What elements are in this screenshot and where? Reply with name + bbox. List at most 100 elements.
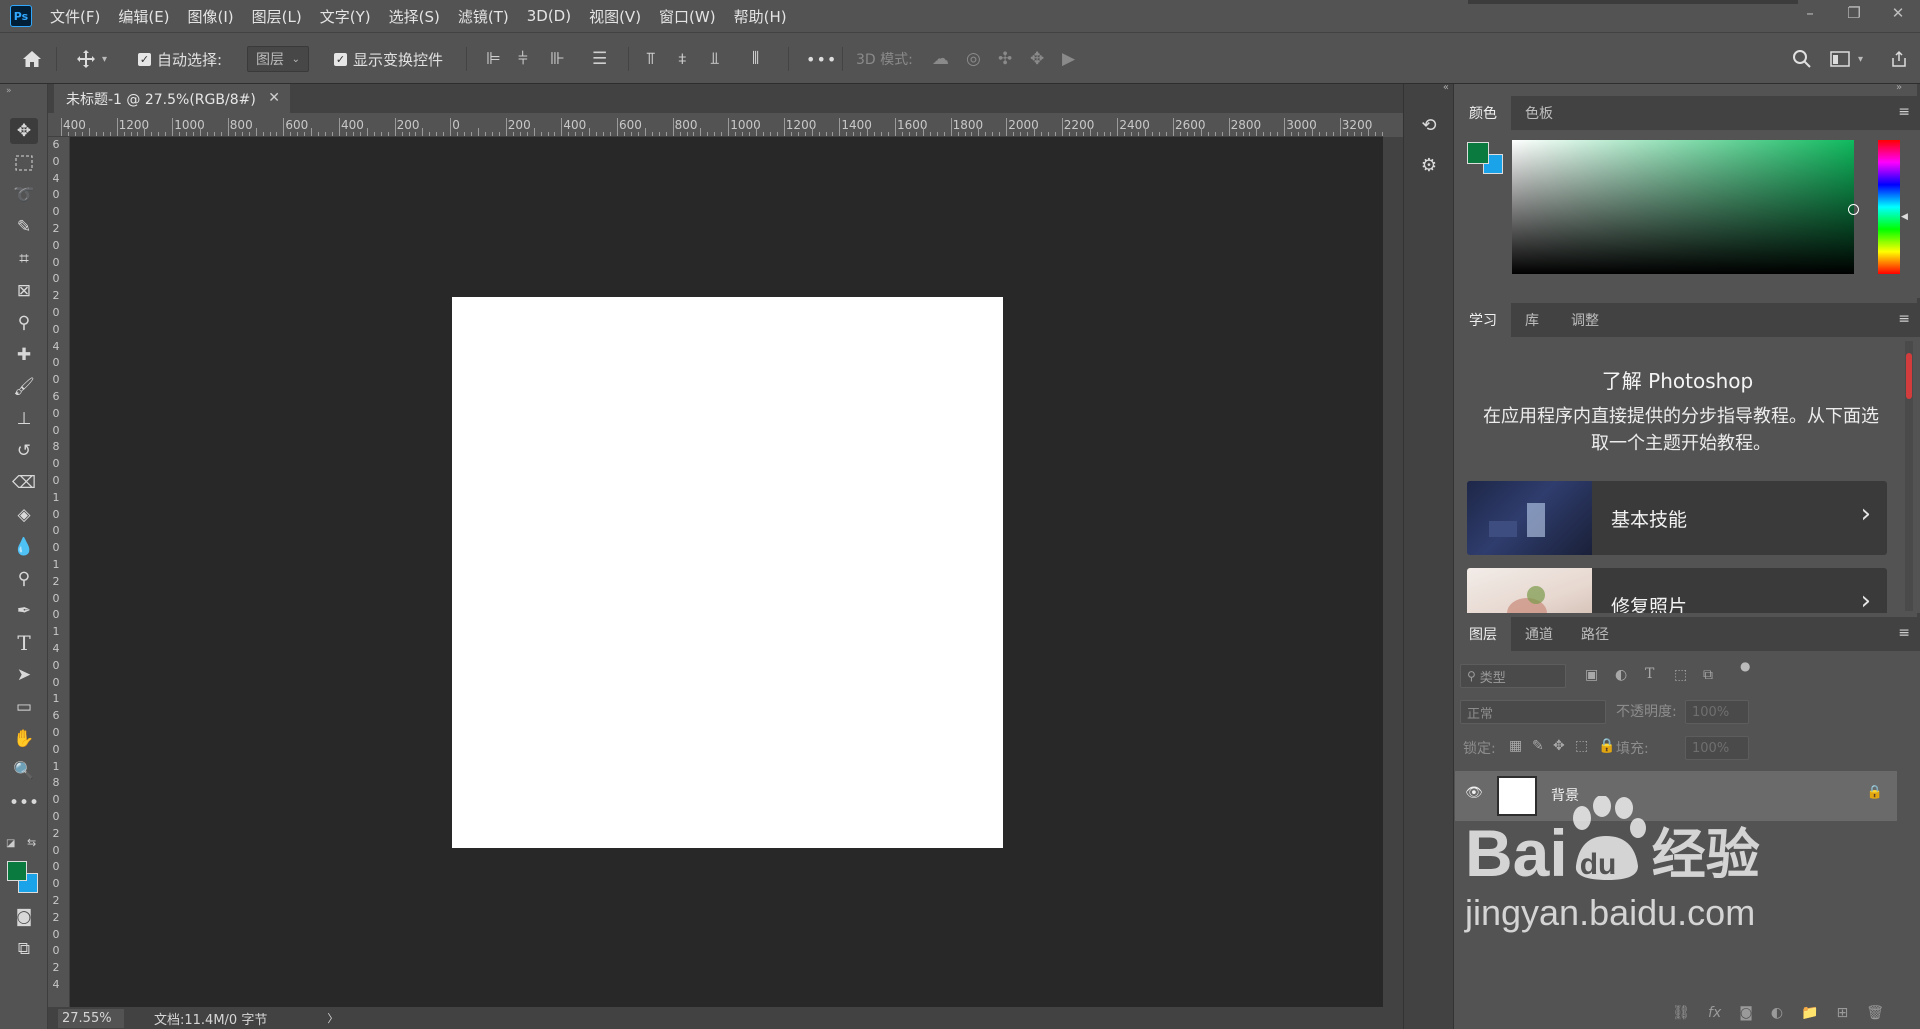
3d-orbit-icon[interactable]: ☁ bbox=[932, 46, 949, 72]
tab-color[interactable]: 颜色 bbox=[1455, 96, 1511, 130]
tab-layers[interactable]: 图层 bbox=[1455, 617, 1511, 651]
eraser-tool-icon[interactable]: ⌫ bbox=[10, 470, 38, 496]
rectangle-tool-icon[interactable]: ▭ bbox=[10, 694, 38, 720]
blur-tool-icon[interactable]: 💧 bbox=[10, 534, 38, 560]
lock-image-icon[interactable]: ✎ bbox=[1532, 738, 1544, 754]
more-options-button[interactable]: ••• bbox=[806, 46, 837, 72]
3d-roll-icon[interactable]: ◎ bbox=[966, 46, 981, 72]
chevron-down-icon[interactable]: ▾ bbox=[1858, 54, 1863, 65]
screen-mode-icon[interactable]: ⧉ bbox=[10, 936, 38, 962]
collapse-panels-icon[interactable]: » bbox=[1896, 82, 1902, 93]
lock-position-icon[interactable]: ✥ bbox=[1553, 738, 1565, 754]
lock-all-icon[interactable]: 🔒 bbox=[1598, 738, 1615, 754]
menu-window[interactable]: 窗口(W) bbox=[659, 6, 716, 27]
search-icon[interactable] bbox=[1792, 46, 1812, 72]
filter-adjustment-icon[interactable]: ◐ bbox=[1615, 667, 1627, 683]
hue-slider[interactable] bbox=[1878, 140, 1900, 274]
foreground-color-swatch[interactable] bbox=[7, 861, 27, 881]
layer-row[interactable]: 👁 背景 🔒 bbox=[1455, 771, 1897, 821]
properties-panel-icon[interactable]: ⚙ bbox=[1416, 152, 1442, 178]
edit-toolbar-icon[interactable]: ••• bbox=[9, 790, 39, 816]
3d-camera-icon[interactable]: ▶ bbox=[1062, 46, 1075, 72]
restore-button[interactable]: ❐ bbox=[1832, 0, 1876, 26]
align-hcenter-icon[interactable]: ⫩ bbox=[518, 46, 528, 72]
zoom-level[interactable]: 27.55% bbox=[58, 1008, 124, 1028]
menu-layer[interactable]: 图层(L) bbox=[252, 6, 302, 27]
close-tab-icon[interactable]: ✕ bbox=[268, 90, 280, 106]
3d-pan-icon[interactable]: ✣ bbox=[998, 46, 1012, 72]
tab-paths[interactable]: 路径 bbox=[1567, 617, 1623, 651]
panel-menu-icon[interactable]: ≡ bbox=[1898, 104, 1910, 120]
tab-learn[interactable]: 学习 bbox=[1455, 303, 1511, 337]
adjustment-layer-icon[interactable]: ◐ bbox=[1771, 1005, 1783, 1021]
panel-menu-icon[interactable]: ≡ bbox=[1898, 625, 1910, 641]
marquee-tool-icon[interactable] bbox=[10, 150, 38, 176]
menu-view[interactable]: 视图(V) bbox=[589, 6, 641, 27]
paint-bucket-tool-icon[interactable]: ◈ bbox=[10, 502, 38, 528]
quick-mask-icon[interactable]: ◙ bbox=[10, 904, 38, 930]
eye-icon[interactable]: 👁 bbox=[1465, 785, 1483, 801]
layer-name[interactable]: 背景 bbox=[1551, 785, 1579, 805]
lasso-tool-icon[interactable]: ➰ bbox=[10, 182, 38, 208]
blend-mode-dropdown[interactable]: 正常 bbox=[1460, 700, 1606, 724]
default-colors-icon[interactable]: ◪ bbox=[6, 838, 15, 849]
document-canvas[interactable] bbox=[452, 297, 1003, 848]
distribute-horizontal-icon[interactable]: ⫴ bbox=[752, 46, 759, 72]
document-tab[interactable]: 未标题-1 @ 27.5%(RGB/8#) ✕ bbox=[54, 84, 290, 113]
filter-smart-object-icon[interactable]: ⧉ bbox=[1703, 667, 1713, 683]
minimize-button[interactable]: – bbox=[1788, 0, 1832, 26]
swap-colors-icon[interactable]: ⇆ bbox=[27, 836, 36, 849]
quick-selection-tool-icon[interactable]: ✎ bbox=[10, 214, 38, 240]
dodge-tool-icon[interactable]: ⚲ bbox=[10, 566, 38, 592]
learn-scroll-thumb[interactable] bbox=[1906, 353, 1912, 399]
tab-libraries[interactable]: 库 bbox=[1511, 303, 1553, 337]
tab-adjustments[interactable]: 调整 bbox=[1557, 303, 1613, 337]
tab-channels[interactable]: 通道 bbox=[1511, 617, 1567, 651]
clone-stamp-tool-icon[interactable]: ⊥ bbox=[10, 406, 38, 432]
frame-tool-icon[interactable]: ⊠ bbox=[10, 278, 38, 304]
new-layer-icon[interactable]: ⊞ bbox=[1836, 1005, 1848, 1021]
eyedropper-tool-icon[interactable]: ⚲ bbox=[10, 310, 38, 336]
opacity-input[interactable]: 100% bbox=[1685, 700, 1749, 724]
zoom-tool-icon[interactable]: 🔍 bbox=[10, 758, 38, 784]
learn-card-fix-photo[interactable]: 修复照片 › bbox=[1467, 568, 1887, 613]
menu-type[interactable]: 文字(Y) bbox=[320, 6, 371, 27]
align-left-icon[interactable]: ⊫ bbox=[486, 46, 501, 72]
history-panel-icon[interactable]: ⟲ bbox=[1416, 112, 1442, 138]
auto-select-target-dropdown[interactable]: 图层 ⌄ bbox=[247, 46, 309, 72]
foreground-color-swatch[interactable] bbox=[1467, 142, 1489, 164]
pen-tool-icon[interactable]: ✒ bbox=[10, 598, 38, 624]
fx-icon[interactable]: fx bbox=[1708, 1005, 1721, 1021]
learn-scrollbar[interactable] bbox=[1905, 341, 1913, 611]
chevron-down-icon[interactable]: ▾ bbox=[102, 54, 107, 65]
lock-transparent-icon[interactable]: ▦ bbox=[1509, 738, 1522, 754]
vertical-scrollbar[interactable] bbox=[1383, 137, 1403, 1007]
menu-help[interactable]: 帮助(H) bbox=[734, 6, 787, 27]
filter-shape-icon[interactable]: ⬚ bbox=[1674, 667, 1687, 683]
align-right-icon[interactable]: ⊪ bbox=[550, 46, 565, 72]
collapse-tools-icon[interactable]: » bbox=[6, 86, 12, 96]
workspace-icon[interactable]: ▾ bbox=[1830, 46, 1863, 72]
crop-tool-icon[interactable]: ⌗ bbox=[10, 246, 38, 272]
tab-swatches[interactable]: 色板 bbox=[1511, 96, 1567, 130]
status-menu-arrow-icon[interactable]: 〉 bbox=[327, 1010, 338, 1026]
menu-file[interactable]: 文件(F) bbox=[50, 6, 100, 27]
close-button[interactable]: ✕ bbox=[1876, 0, 1920, 26]
learn-card-basic-skills[interactable]: 基本技能 › bbox=[1467, 481, 1887, 555]
distribute-vertical-icon[interactable]: ☰ bbox=[592, 46, 607, 72]
menu-image[interactable]: 图像(I) bbox=[188, 6, 234, 27]
share-icon[interactable] bbox=[1890, 46, 1908, 72]
path-selection-tool-icon[interactable]: ➤ bbox=[10, 662, 38, 688]
auto-select-checkbox[interactable]: ✓ 自动选择: bbox=[138, 46, 222, 72]
healing-brush-tool-icon[interactable]: ✚ bbox=[10, 342, 38, 368]
delete-layer-icon[interactable]: 🗑 bbox=[1866, 1005, 1884, 1021]
align-bottom-icon[interactable]: ⫫ bbox=[710, 46, 720, 72]
hue-slider-handle-icon[interactable]: ◀ bbox=[1901, 212, 1908, 222]
type-tool-icon[interactable]: T bbox=[10, 630, 38, 656]
color-picker-handle[interactable] bbox=[1848, 204, 1859, 215]
move-tool-icon[interactable]: ▾ bbox=[76, 46, 107, 72]
filter-pixel-icon[interactable]: ▣ bbox=[1585, 667, 1598, 683]
3d-slide-icon[interactable]: ✥ bbox=[1030, 46, 1044, 72]
link-layers-icon[interactable]: ⛓ bbox=[1672, 1005, 1690, 1021]
fill-input[interactable]: 100% bbox=[1685, 736, 1749, 760]
